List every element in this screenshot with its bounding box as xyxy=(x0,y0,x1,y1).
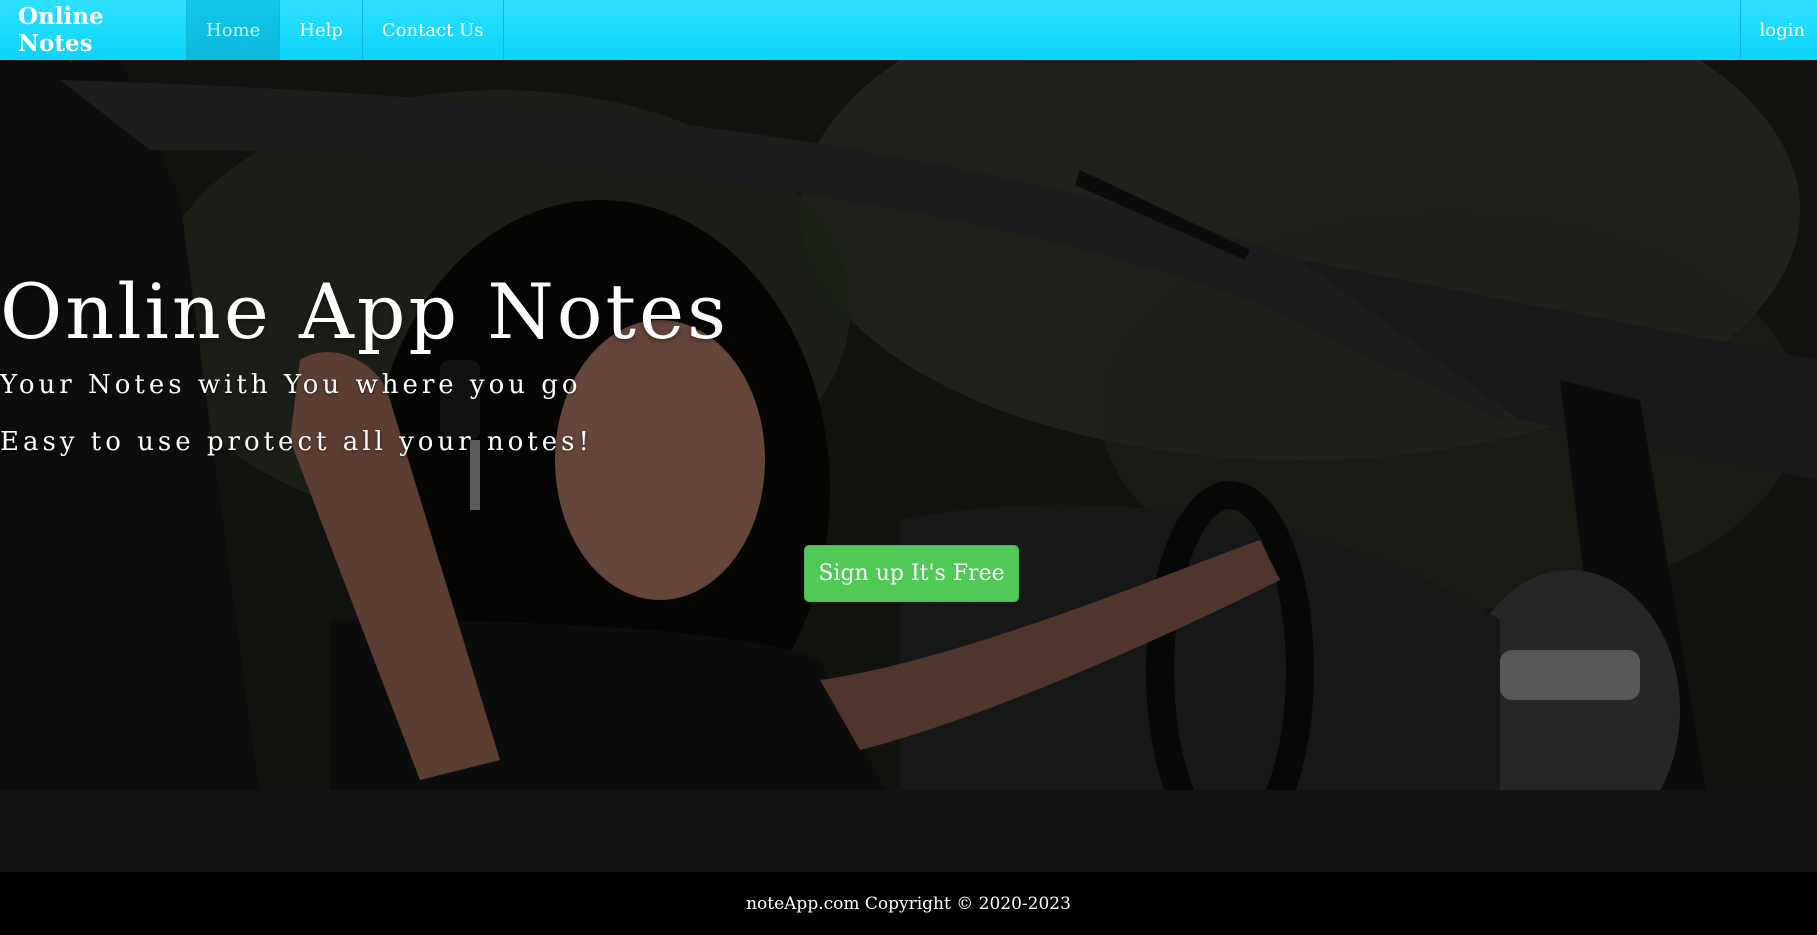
nav-item-contact-us[interactable]: Contact Us xyxy=(363,0,504,60)
hero-subtitle-secondary: Easy to use protect all your notes! xyxy=(0,427,593,457)
top-navbar: Online Notes Home Help Contact Us login xyxy=(0,0,1817,61)
signup-button[interactable]: Sign up It's Free xyxy=(804,545,1019,602)
hero-section: Online App Notes Your Notes with You whe… xyxy=(0,60,1817,872)
page-footer: noteApp.com Copyright © 2020-2023 xyxy=(0,872,1817,935)
hero-title: Online App Notes xyxy=(0,267,730,356)
hero-subtitle-primary: Your Notes with You where you go xyxy=(0,370,582,400)
footer-copyright: noteApp.com Copyright © 2020-2023 xyxy=(746,893,1071,914)
nav-item-home[interactable]: Home xyxy=(187,0,281,60)
login-link[interactable]: login xyxy=(1739,0,1817,60)
hero-background-image xyxy=(0,60,1817,872)
brand-logo[interactable]: Online Notes xyxy=(0,0,187,60)
nav-item-help[interactable]: Help xyxy=(280,0,363,60)
